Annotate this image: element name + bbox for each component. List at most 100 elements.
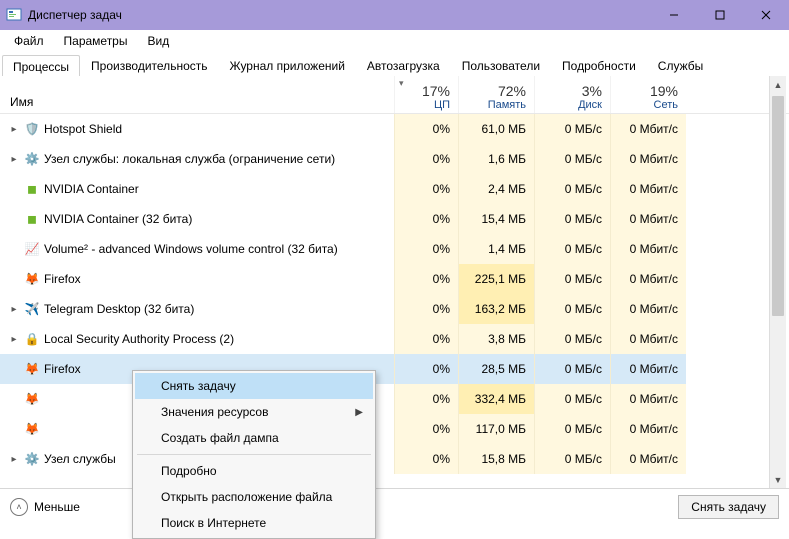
cell-memory: 15,4 МБ [458,204,534,234]
process-name: Узел службы [44,452,116,466]
cell-memory: 1,4 МБ [458,234,534,264]
cell-disk: 0 МБ/с [534,294,610,324]
vertical-scrollbar[interactable]: ▲ ▼ [769,76,786,488]
table-row[interactable]: ▸🦊0%332,4 МБ0 МБ/с0 Мбит/с [0,384,789,414]
shield-blue-icon: 🛡️ [24,121,40,137]
process-name: NVIDIA Container [44,182,139,196]
context-menu-item[interactable]: Снять задачу [135,373,373,399]
process-name: Telegram Desktop (32 бита) [44,302,194,316]
firefox-icon: 🦊 [24,271,40,287]
scroll-down-icon[interactable]: ▼ [770,471,786,488]
table-row[interactable]: ▸◼︎NVIDIA Container (32 бита)0%15,4 МБ0 … [0,204,789,234]
cell-cpu: 0% [394,174,458,204]
cell-disk: 0 МБ/с [534,174,610,204]
cell-network: 0 Мбит/с [610,414,686,444]
expand-icon[interactable]: ▸ [8,124,20,135]
expand-icon[interactable]: ▸ [8,154,20,165]
col-disk[interactable]: 3% Диск [534,76,610,113]
cell-disk: 0 МБ/с [534,144,610,174]
process-name: Узел службы: локальная служба (ограничен… [44,152,335,166]
cell-cpu: 0% [394,234,458,264]
firefox-icon: 🦊 [24,391,40,407]
nvidia-icon: ◼︎ [24,211,40,227]
table-row[interactable]: ▸◼︎NVIDIA Container0%2,4 МБ0 МБ/с0 Мбит/… [0,174,789,204]
cell-memory: 117,0 МБ [458,414,534,444]
table-row[interactable]: ▸⚙️Узел службы0%15,8 МБ0 МБ/с0 Мбит/с [0,444,789,474]
gear-icon: ⚙️ [24,451,40,467]
expand-icon[interactable]: ▸ [8,454,20,465]
cell-network: 0 Мбит/с [610,174,686,204]
maximize-button[interactable] [697,0,743,30]
close-button[interactable] [743,0,789,30]
table-row[interactable]: ▸ 🛡️ Hotspot Shield 0%61,0 МБ0 МБ/с0 Мбит/с [0,114,789,144]
cell-cpu: 0% [394,114,458,144]
cell-disk: 0 МБ/с [534,234,610,264]
titlebar: Диспетчер задач [0,0,789,30]
process-name: Hotspot Shield [44,122,122,136]
menu-file[interactable]: Файл [4,32,54,50]
table-row[interactable]: ▸🦊0%117,0 МБ0 МБ/с0 Мбит/с [0,414,789,444]
table-body: ▸🛡️Hotspot Shield0%61,0 МБ0 МБ/с0 Мбит/с… [0,114,789,488]
cell-cpu: 0% [394,294,458,324]
col-network[interactable]: 19% Сеть [610,76,686,113]
context-menu: Снять задачуЗначения ресурсов▶Создать фа… [132,370,376,539]
col-name[interactable]: Имя [0,76,394,113]
scroll-up-icon[interactable]: ▲ [770,76,786,93]
expand-icon[interactable]: ▸ [8,304,20,315]
table-row[interactable]: ▸✈️Telegram Desktop (32 бита)0%163,2 МБ0… [0,294,789,324]
context-menu-item[interactable]: Значения ресурсов▶ [135,399,373,425]
menu-view[interactable]: Вид [137,32,179,50]
menu-options[interactable]: Параметры [54,32,138,50]
table-row[interactable]: ▸ ⚙️ Узел службы: локальная служба (ограни… [0,144,789,174]
context-menu-item[interactable]: Открыть расположение файла [135,484,373,510]
cell-disk: 0 МБ/с [534,444,610,474]
process-name: Local Security Authority Process (2) [44,332,234,346]
process-table: Имя ▾ 17% ЦП 72% Память 3% Диск 19% Сеть… [0,76,789,488]
table-row[interactable]: ▸🦊Firefox0%225,1 МБ0 МБ/с0 Мбит/с [0,264,789,294]
cell-network: 0 Мбит/с [610,354,686,384]
context-menu-item[interactable]: Подробно [135,458,373,484]
process-name: NVIDIA Container (32 бита) [44,212,192,226]
chevron-up-icon: ˄ [10,498,28,516]
process-name: Firefox [44,272,81,286]
end-task-button[interactable]: Снять задачу [678,495,779,519]
cell-memory: 2,4 МБ [458,174,534,204]
cell-network: 0 Мбит/с [610,384,686,414]
cell-memory: 163,2 МБ [458,294,534,324]
cell-memory: 15,8 МБ [458,444,534,474]
menubar: Файл Параметры Вид [0,30,789,52]
cell-disk: 0 МБ/с [534,414,610,444]
scroll-thumb[interactable] [772,96,784,316]
volume-icon: 📈 [24,241,40,257]
cell-network: 0 Мбит/с [610,324,686,354]
minimize-button[interactable] [651,0,697,30]
cell-cpu: 0% [394,414,458,444]
cell-disk: 0 МБ/с [534,354,610,384]
cell-network: 0 Мбит/с [610,234,686,264]
process-name: Firefox [44,362,81,376]
cell-network: 0 Мбит/с [610,204,686,234]
col-memory[interactable]: 72% Память [458,76,534,113]
cell-cpu: 0% [394,144,458,174]
cell-memory: 61,0 МБ [458,114,534,144]
gear-icon: ⚙️ [24,151,40,167]
cell-disk: 0 МБ/с [534,114,610,144]
submenu-arrow-icon: ▶ [355,407,363,418]
process-name: Volume² - advanced Windows volume contro… [44,242,338,256]
cell-cpu: 0% [394,324,458,354]
lock-icon: 🔒 [24,331,40,347]
cell-network: 0 Мбит/с [610,264,686,294]
table-row[interactable]: ▸🦊Firefox0%28,5 МБ0 МБ/с0 Мбит/с [0,354,789,384]
cell-memory: 1,6 МБ [458,144,534,174]
context-menu-item[interactable]: Поиск в Интернете [135,510,373,536]
col-cpu[interactable]: ▾ 17% ЦП [394,76,458,113]
cell-cpu: 0% [394,354,458,384]
cell-disk: 0 МБ/с [534,324,610,354]
cell-disk: 0 МБ/с [534,264,610,294]
cell-network: 0 Мбит/с [610,114,686,144]
fewer-details-button[interactable]: ˄ Меньше [10,498,80,516]
context-menu-item[interactable]: Создать файл дампа [135,425,373,451]
expand-icon[interactable]: ▸ [8,334,20,345]
table-row[interactable]: ▸📈Volume² - advanced Windows volume cont… [0,234,789,264]
table-row[interactable]: ▸ 🔒 Local Security Authority Process (2) 0%… [0,324,789,354]
